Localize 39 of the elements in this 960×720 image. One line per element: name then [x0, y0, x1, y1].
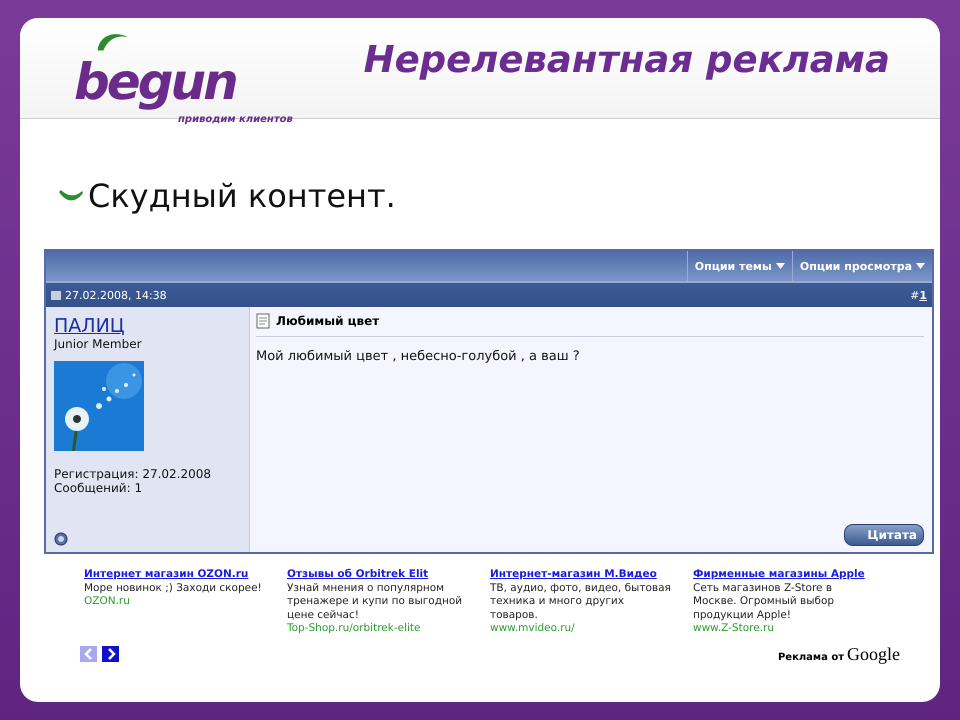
status-dot-icon — [54, 532, 68, 546]
ad-title-link[interactable]: Интернет магазин OZON.ru — [84, 568, 265, 582]
slide-title: Нерелевантная реклама — [364, 38, 890, 81]
document-icon — [51, 290, 61, 300]
post-message: Мой любимый цвет , небесно-голубой , а ваш ? — [256, 349, 581, 364]
post-number-link[interactable]: 1 — [919, 288, 927, 302]
dropdown-icon — [916, 263, 925, 269]
quote-button[interactable]: Цитата — [844, 524, 924, 546]
ad-title-link[interactable]: Фирменные магазины Apple — [693, 568, 874, 582]
logo-tagline: приводим клиентов — [178, 114, 293, 125]
ad-url: OZON.ru — [84, 595, 131, 608]
chevron-right-icon — [106, 648, 116, 660]
registration-date: Регистрация: 27.02.2008 — [54, 467, 212, 481]
post-number-sign: # — [910, 288, 920, 302]
post-count: Сообщений: 1 — [54, 481, 142, 495]
logo-text: begun — [73, 52, 237, 112]
ad-url: Top-Shop.ru/orbitrek-elite — [287, 622, 422, 636]
user-rank: Junior Member — [54, 337, 142, 351]
ad-title-link[interactable]: Интернет-магазин М.Видео — [490, 568, 671, 582]
menu-button[interactable]: Опции темы — [686, 251, 792, 281]
next-button[interactable] — [102, 646, 119, 662]
document-icon — [256, 313, 270, 329]
ad-text: Море новинок ;) Заходи скорее! — [84, 582, 263, 595]
ads-by-label: Реклама от — [778, 652, 844, 662]
username-link[interactable]: ПАЛИЦ — [54, 315, 125, 337]
chevron-left-icon — [84, 648, 94, 660]
dropdown-icon — [776, 263, 785, 269]
bullet-icon — [58, 189, 84, 203]
ad-text: Сеть магазинов Z-Store в Москве. Огромный выбор продукции Apple! — [693, 582, 836, 622]
post-title: Любимый цвет — [276, 314, 380, 328]
ad-text: Узнай мнения о популярном тренажере и купи по выгодной цене сейчас! — [287, 582, 464, 622]
menu-button[interactable]: Опции просмотра — [792, 251, 932, 281]
google-logo-text: Google — [847, 644, 900, 664]
ad-url: www.mvideo.ru/ — [490, 622, 576, 636]
bullet-text: Скудный контент. — [88, 177, 396, 215]
ad-url: www.Z-Store.ru — [693, 622, 775, 636]
ad-text: ТВ, аудио, фото, видео, бытовая техника и много других товаров. — [490, 582, 671, 622]
ad-title-link[interactable]: Отзывы об Orbitrek Elit — [287, 568, 468, 582]
post-date: 27.02.2008, 14:38 — [65, 288, 167, 302]
